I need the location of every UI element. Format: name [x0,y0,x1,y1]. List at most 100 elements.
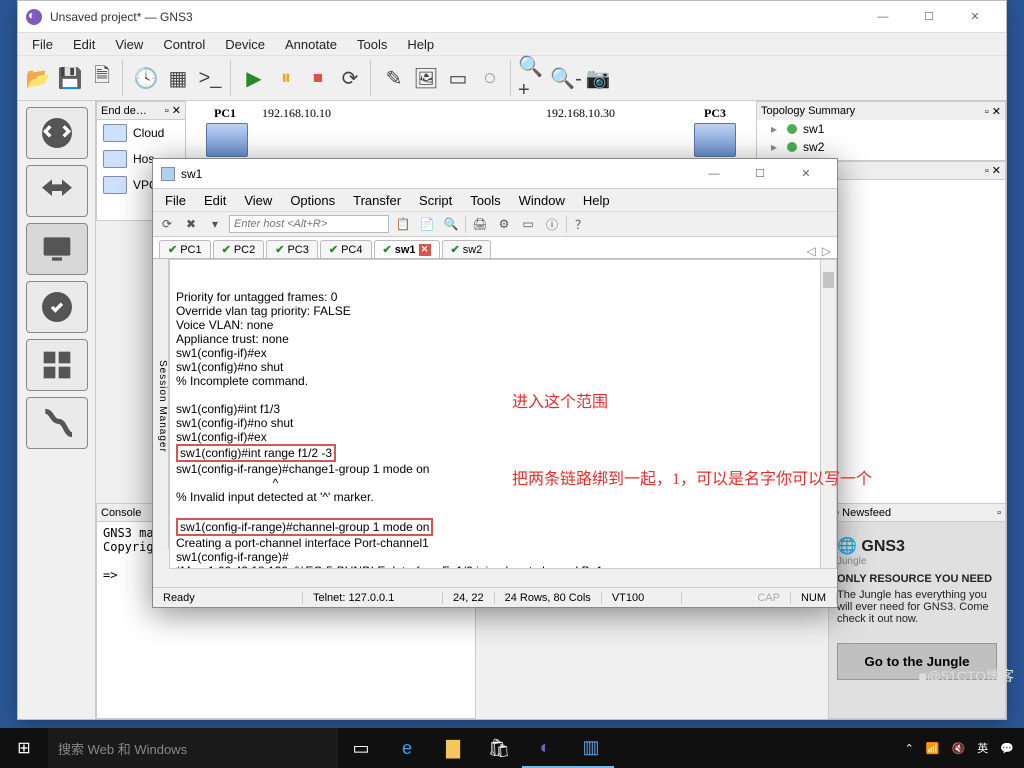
end-device-cloud[interactable]: Cloud [97,120,185,146]
dock-routers[interactable] [26,107,88,159]
dock-link[interactable] [26,397,88,449]
save-button[interactable]: 💾 [54,61,86,95]
gns3-titlebar[interactable]: Unsaved project* — GNS3 — ☐ ✕ [18,1,1006,33]
console-button[interactable]: >_ [194,61,226,95]
minimize-button[interactable]: — [860,1,906,33]
dock-end-devices[interactable] [26,223,88,275]
disconnect-icon[interactable]: ✖ [181,214,201,234]
maximize-button[interactable]: ☐ [906,1,952,33]
terminal-title-text: sw1 [181,167,691,181]
paste-icon[interactable]: 📄 [417,214,437,234]
help-icon[interactable]: ？ [571,214,591,234]
copy-icon[interactable]: 📋 [393,214,413,234]
gns3-taskbar-icon[interactable]: ◐ [522,728,568,768]
terminal-output[interactable]: Priority for untagged frames: 0 Override… [169,259,837,569]
tab-close-icon[interactable]: ✕ [419,244,431,256]
tray-notifications-icon[interactable]: 💬 [1000,742,1014,755]
term-menu-help[interactable]: Help [575,191,618,210]
print-icon[interactable]: 🖨 [470,214,490,234]
menu-tools[interactable]: Tools [349,35,395,54]
menu-annotate[interactable]: Annotate [277,35,345,54]
info-icon[interactable]: ⓘ [542,214,562,234]
panel-controls[interactable]: ▫ ✕ [985,164,1001,177]
dock-switches[interactable] [26,165,88,217]
topology-node-sw1[interactable]: sw1 [757,120,1005,138]
reconnect-icon[interactable]: ⟳ [157,214,177,234]
annotation-1: 进入这个范围 [512,388,608,412]
dock-security[interactable] [26,281,88,333]
menu-device[interactable]: Device [217,35,273,54]
term-menu-transfer[interactable]: Transfer [345,191,409,210]
host-input[interactable] [229,215,389,233]
tab-pc4[interactable]: ✔PC4 [320,240,372,258]
tab-sw2[interactable]: ✔sw2 [442,240,492,258]
clock-button[interactable]: 🕓 [130,61,162,95]
close-button[interactable]: ✕ [783,158,829,190]
tab-pc1[interactable]: ✔PC1 [159,240,211,258]
window-icon[interactable]: ▭ [518,214,538,234]
term-menu-script[interactable]: Script [411,191,460,210]
maximize-button[interactable]: ☐ [737,158,783,190]
system-tray[interactable]: ⌃ 📶 🔇 英 💬 [895,740,1024,756]
edge-icon[interactable]: e [384,728,430,768]
taskbar-search[interactable]: 搜索 Web 和 Windows [48,728,338,768]
stop-button[interactable]: ⏹ [302,61,334,95]
explorer-icon[interactable]: ▇ [430,728,476,768]
panel-controls[interactable]: ▫ ✕ [165,104,181,117]
reload-button[interactable]: ⟳ [334,61,366,95]
menu-help[interactable]: Help [399,35,442,54]
menu-view[interactable]: View [107,35,151,54]
new-project-button[interactable]: 🗎 [86,61,118,95]
term-menu-file[interactable]: File [157,191,194,210]
pc1-node[interactable] [206,123,248,157]
gns3-menubar: FileEditViewControlDeviceAnnotateToolsHe… [18,33,1006,55]
store-icon[interactable]: 🛍 [476,728,522,768]
menu-file[interactable]: File [24,35,61,54]
edit-note-button[interactable]: ✎ [378,61,410,95]
panel-controls[interactable]: ▫ ✕ [985,105,1001,118]
pause-button[interactable]: ⏸ [270,61,302,95]
find-icon[interactable]: 🔍 [441,214,461,234]
topology-node-sw2[interactable]: sw2 [757,138,1005,156]
tab-status-icon: ✔ [329,243,338,256]
pc3-node[interactable] [694,123,736,157]
gns3-title-text: Unsaved project* — GNS3 [50,10,860,24]
terminal-taskbar-icon[interactable]: ▥ [568,728,614,768]
session-manager-tab[interactable]: Session Manager [153,259,169,549]
term-menu-options[interactable]: Options [282,191,343,210]
menu-control[interactable]: Control [155,35,213,54]
tray-network-icon[interactable]: 📶 [926,742,940,755]
term-menu-window[interactable]: Window [511,191,573,210]
tab-pc2[interactable]: ✔PC2 [213,240,265,258]
tab-pc3[interactable]: ✔PC3 [266,240,318,258]
menu-edit[interactable]: Edit [65,35,103,54]
marquee-button[interactable]: ◌ [474,61,506,95]
tab-scroll-left[interactable]: ◁ [807,244,816,258]
dock-all[interactable] [26,339,88,391]
tray-volume-icon[interactable]: 🔇 [952,742,966,755]
settings-icon[interactable]: ⚙ [494,214,514,234]
zoom-in-button[interactable]: 🔍+ [518,61,550,95]
task-view-icon[interactable]: ▭ [338,728,384,768]
tray-ime-icon[interactable]: 英 [977,740,988,756]
close-button[interactable]: ✕ [952,1,998,33]
snapshot-button[interactable]: 🖼 [410,61,442,95]
panel-controls[interactable]: ▫ [997,507,1001,519]
start-button[interactable]: ⊞ [0,728,48,768]
term-menu-view[interactable]: View [236,191,280,210]
open-folder-button[interactable]: 📂 [22,61,54,95]
screenshot-button[interactable]: 📷 [582,61,614,95]
minimize-button[interactable]: — [691,158,737,190]
zoom-out-button[interactable]: 🔍- [550,61,582,95]
term-menu-tools[interactable]: Tools [462,191,508,210]
play-button[interactable]: ▶ [238,61,270,95]
terminal-titlebar[interactable]: sw1 — ☐ ✕ [153,159,837,189]
options-icon[interactable]: ▾ [205,214,225,234]
tray-chevron-icon[interactable]: ⌃ [905,742,914,755]
grid-lock-button[interactable]: ▦ [162,61,194,95]
term-menu-edit[interactable]: Edit [196,191,234,210]
select-button[interactable]: ▭ [442,61,474,95]
tab-scroll-right[interactable]: ▷ [822,244,831,258]
terminal-scrollbar[interactable] [820,260,836,568]
tab-sw1[interactable]: ✔sw1✕ [374,240,440,258]
